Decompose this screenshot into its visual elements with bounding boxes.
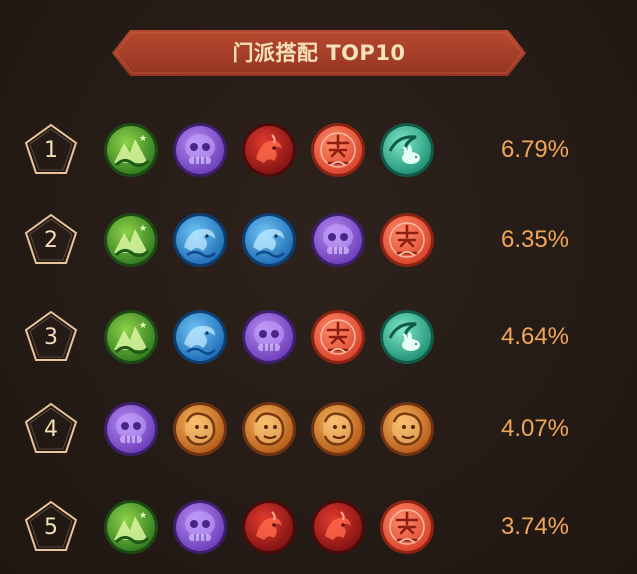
orange-lion-icon[interactable] (171, 400, 229, 458)
blue-dragon-icon[interactable] (240, 211, 298, 269)
rank-number: 4 (44, 417, 58, 442)
rank-number: 2 (44, 228, 58, 253)
lineup-list: 1 ★ 6.79% 2 ★ 6.35% 3 ★ 4.64% 4 4.07% 5 … (0, 0, 637, 574)
teal-rabbit-icon[interactable] (378, 121, 436, 179)
orange-red-seal-icon[interactable] (378, 498, 436, 556)
blue-dragon-icon[interactable] (171, 308, 229, 366)
usage-percent: 4.64% (500, 323, 570, 350)
orange-red-seal-icon[interactable] (309, 121, 367, 179)
svg-text:★: ★ (139, 224, 147, 234)
purple-skull-icon[interactable] (171, 121, 229, 179)
lineup-row: 3 ★ 4.64% (0, 305, 637, 369)
rank-badge: 3 (23, 309, 79, 365)
teal-rabbit-icon[interactable] (378, 308, 436, 366)
sect-icon-group: ★ (102, 308, 442, 368)
sect-icon-group (102, 400, 442, 460)
svg-text:★: ★ (139, 511, 147, 521)
usage-percent: 3.74% (500, 513, 570, 540)
green-mountain-icon[interactable]: ★ (102, 121, 160, 179)
purple-skull-icon[interactable] (309, 211, 367, 269)
red-dragon-icon[interactable] (309, 498, 367, 556)
red-dragon-icon[interactable] (240, 498, 298, 556)
svg-text:★: ★ (139, 134, 147, 144)
rank-badge: 5 (23, 499, 79, 555)
purple-skull-icon[interactable] (171, 498, 229, 556)
orange-red-seal-icon[interactable] (378, 211, 436, 269)
rank-badge: 1 (23, 122, 79, 178)
purple-skull-icon[interactable] (102, 400, 160, 458)
rank-number: 1 (44, 138, 58, 163)
green-mountain-icon[interactable]: ★ (102, 308, 160, 366)
sect-icon-group: ★ (102, 121, 442, 181)
rank-badge: 4 (23, 401, 79, 457)
usage-percent: 4.07% (500, 415, 570, 442)
rank-number: 3 (44, 325, 58, 350)
orange-lion-icon[interactable] (240, 400, 298, 458)
lineup-row: 2 ★ 6.35% (0, 208, 637, 272)
svg-text:★: ★ (139, 321, 147, 331)
lineup-row: 1 ★ 6.79% (0, 118, 637, 182)
usage-percent: 6.35% (500, 226, 570, 253)
green-mountain-icon[interactable]: ★ (102, 498, 160, 556)
sect-icon-group: ★ (102, 211, 442, 271)
blue-dragon-icon[interactable] (171, 211, 229, 269)
rank-number: 5 (44, 515, 58, 540)
lineup-row: 5 ★ 3.74% (0, 495, 637, 559)
purple-skull-icon[interactable] (240, 308, 298, 366)
rank-badge: 2 (23, 212, 79, 268)
red-dragon-icon[interactable] (240, 121, 298, 179)
lineup-row: 4 4.07% (0, 397, 637, 461)
green-mountain-icon[interactable]: ★ (102, 211, 160, 269)
usage-percent: 6.79% (500, 136, 570, 163)
sect-icon-group: ★ (102, 498, 442, 558)
orange-lion-icon[interactable] (309, 400, 367, 458)
orange-lion-icon[interactable] (378, 400, 436, 458)
lineup-page: 门派搭配 TOP10 1 ★ 6.79% 2 ★ 6.35% 3 ★ 4.64%… (0, 0, 637, 574)
orange-red-seal-icon[interactable] (309, 308, 367, 366)
